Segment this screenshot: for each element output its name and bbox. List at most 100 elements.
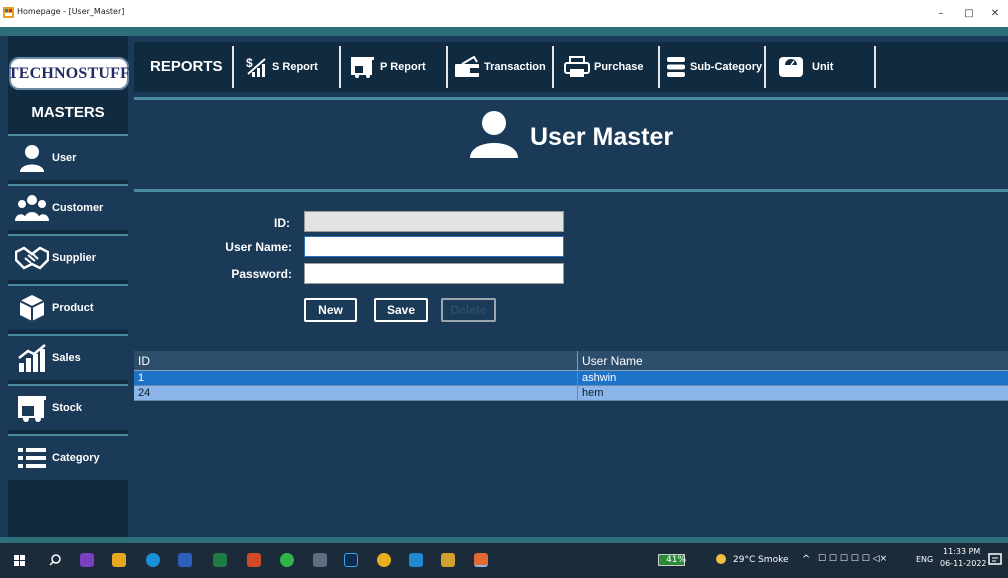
reports-toolbar: REPORTS $ S Report P Report Transaction	[134, 42, 1008, 92]
user-icon	[14, 141, 50, 175]
product-icon	[14, 291, 50, 325]
sidebar-item-label: Category	[52, 452, 100, 464]
cell-username: hem	[582, 387, 604, 399]
user-icon	[470, 111, 518, 158]
top-strip	[0, 27, 1008, 36]
language-indicator[interactable]: ENG	[916, 555, 933, 564]
sidebar-item-label: Sales	[52, 352, 81, 364]
sidebar-item-label: Product	[52, 302, 94, 314]
app-window: TECHNOSTUFF MASTERS User Customer Suppli…	[0, 27, 1008, 543]
toolbar-divider	[446, 46, 448, 88]
toolbar-button-label: S Report	[272, 61, 318, 73]
battery-percent: 41%	[666, 555, 687, 565]
minimize-button[interactable]: –	[930, 6, 952, 22]
id-label: ID:	[274, 216, 290, 230]
save-button[interactable]: Save	[374, 298, 428, 322]
id-field[interactable]	[304, 211, 564, 232]
windows-start-icon[interactable]	[14, 555, 25, 566]
new-button[interactable]: New	[304, 298, 357, 322]
toolbar-divider	[764, 46, 766, 88]
app-icon[interactable]	[313, 553, 327, 567]
active-app-icon[interactable]	[474, 553, 488, 567]
vscode-icon[interactable]	[409, 553, 423, 567]
toolbar-button-label: Sub-Category	[690, 61, 763, 73]
users-table: ID User Name 1 ashwin 24 hem	[134, 351, 1008, 401]
sidebar: TECHNOSTUFF MASTERS User Customer Suppli…	[7, 36, 131, 537]
weather-text[interactable]: 29°C Smoke	[733, 555, 789, 565]
brand-logo-text: TECHNOSTUFF	[7, 64, 131, 82]
header-divider	[134, 189, 1008, 192]
toolbar-divider	[874, 46, 876, 88]
toolbar-sub-category-button[interactable]: Sub-Category	[666, 42, 762, 92]
reports-label: REPORTS	[150, 58, 223, 75]
maximize-button[interactable]: □	[958, 6, 980, 22]
clock-time[interactable]: 11:33 PM	[943, 547, 980, 556]
customers-icon	[14, 191, 50, 225]
app-icon[interactable]	[441, 553, 455, 567]
sidebar-item-stock[interactable]: Stock	[8, 384, 128, 430]
window-titlebar: Homepage - [User_Master] – □ ✕	[0, 0, 1008, 27]
excel-icon[interactable]	[213, 553, 227, 567]
username-field[interactable]	[304, 236, 564, 257]
svg-text:$: $	[246, 56, 253, 70]
sidebar-item-label: Customer	[52, 202, 104, 214]
toolbar-s-report-button[interactable]: $ S Report	[246, 42, 318, 92]
truck-icon	[14, 391, 50, 425]
sidebar-item-category[interactable]: Category	[8, 434, 128, 480]
sidebar-item-user[interactable]: User	[8, 134, 128, 180]
chart-icon	[14, 341, 50, 375]
sidebar-item-sales[interactable]: Sales	[8, 334, 128, 380]
toolbar-button-label: P Report	[380, 61, 426, 73]
table-row[interactable]: 24 hem	[134, 386, 1008, 401]
clock-date[interactable]: 06-11-2022	[940, 559, 987, 568]
toolbar-p-report-button[interactable]: P Report	[350, 42, 426, 92]
toolbar-button-label: Unit	[812, 61, 834, 73]
app-icon	[3, 7, 14, 18]
search-icon[interactable]	[49, 554, 61, 566]
username-label: User Name:	[225, 240, 292, 254]
powerpoint-icon[interactable]	[247, 553, 261, 567]
sales-report-icon: $	[246, 56, 268, 78]
visual-studio-icon[interactable]	[80, 553, 94, 567]
chrome-icon[interactable]	[377, 553, 391, 567]
toolbar-purchase-button[interactable]: Purchase	[564, 42, 644, 92]
purchase-report-icon	[350, 56, 376, 78]
photoshop-icon[interactable]	[344, 553, 358, 567]
sidebar-item-customer[interactable]: Customer	[8, 184, 128, 230]
tray-icons[interactable]: ☐ ☐ ☐ ☐ ☐ ◁×	[818, 554, 887, 564]
toolbar-transaction-button[interactable]: Transaction	[454, 42, 546, 92]
sidebar-title: MASTERS	[31, 104, 105, 121]
list-icon	[14, 441, 50, 475]
word-icon[interactable]	[178, 553, 192, 567]
sidebar-item-label: User	[52, 152, 77, 164]
sidebar-item-supplier[interactable]: Supplier	[8, 234, 128, 280]
toolbar-button-label: Purchase	[594, 61, 644, 73]
close-button[interactable]: ✕	[984, 6, 1006, 22]
header-divider	[134, 97, 1008, 100]
password-label: Password:	[231, 267, 292, 281]
delete-button[interactable]: Delete	[441, 298, 496, 322]
os-taskbar: 41% 29°C Smoke ^ ☐ ☐ ☐ ☐ ☐ ◁× ENG 11:33 …	[0, 543, 1008, 578]
chevron-up-icon[interactable]: ^	[802, 554, 810, 565]
toolbar-divider	[232, 46, 234, 88]
sidebar-item-product[interactable]: Product	[8, 284, 128, 330]
table-row[interactable]: 1 ashwin	[134, 371, 1008, 386]
file-explorer-icon[interactable]	[112, 553, 126, 567]
notifications-icon[interactable]	[988, 553, 1002, 567]
scale-icon	[778, 56, 804, 78]
column-header-username[interactable]: User Name	[582, 354, 643, 368]
whatsapp-icon[interactable]	[280, 553, 294, 567]
cell-id: 1	[138, 372, 145, 384]
battery-indicator[interactable]: 41%	[658, 554, 687, 566]
user-master-panel: User Master ID: User Name: Password: New…	[134, 97, 1008, 534]
toolbar-button-label: Transaction	[484, 61, 546, 73]
page-title: User Master	[530, 123, 674, 151]
brand-logo: TECHNOSTUFF	[7, 57, 131, 90]
column-header-id[interactable]: ID	[138, 354, 150, 368]
password-field[interactable]	[304, 263, 564, 284]
handshake-icon	[14, 241, 50, 275]
weather-icon	[716, 554, 726, 564]
edge-icon[interactable]	[146, 553, 160, 567]
toolbar-unit-button[interactable]: Unit	[778, 42, 833, 92]
toolbar-divider	[339, 46, 341, 88]
